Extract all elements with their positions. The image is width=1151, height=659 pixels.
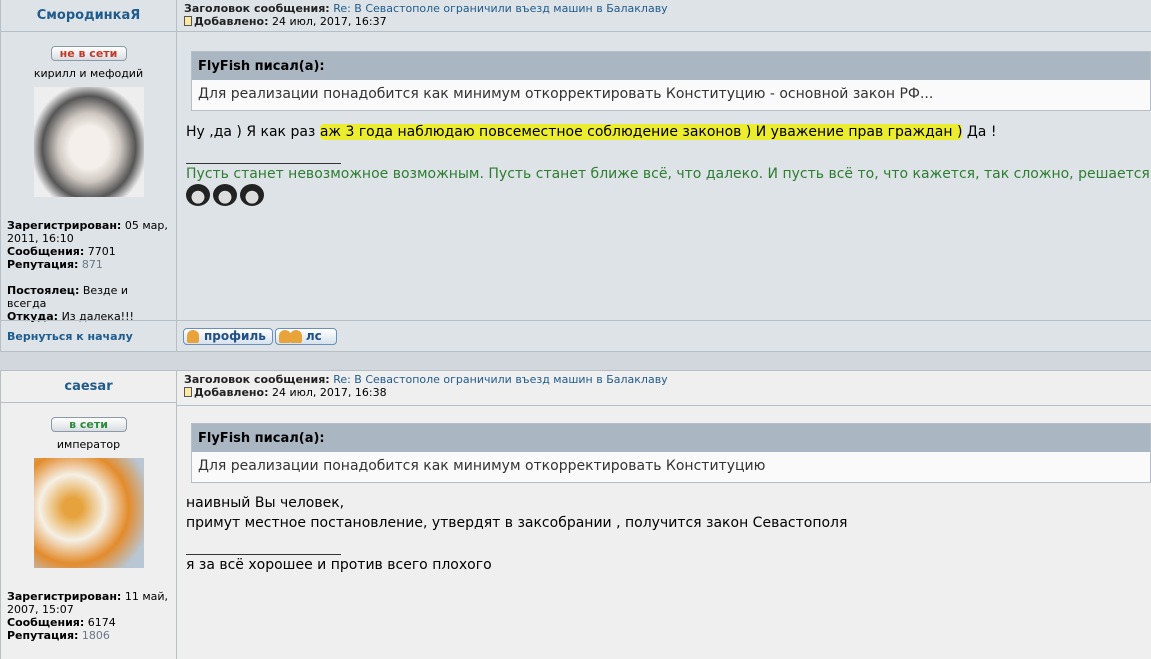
offline-status-badge: не в сети — [50, 46, 127, 61]
user-rank: император — [56, 438, 121, 451]
quote-block: FlyFish писал(а): Для реализации понадоб… — [191, 51, 1151, 111]
reputation: Репутация: 871 — [7, 258, 103, 271]
signature: я за всё хорошее и против всего плохого — [186, 557, 492, 573]
author-name[interactable]: СмородинкаЯ — [1, 0, 176, 31]
profile-button[interactable]: профиль — [183, 328, 273, 345]
signature: Пусть станет невозможное возможным. Пуст… — [186, 166, 1150, 182]
registered-info: Зарегистрирован: 05 мар, 2011, 16:10 — [7, 219, 168, 245]
user-rank: кирилл и мефодий — [33, 67, 144, 80]
post-body: Ну ,да ) Я как раз аж 3 года наблюдаю по… — [177, 122, 1151, 206]
resident-info: Постоялец: Везде и всегда — [7, 284, 129, 310]
author-name[interactable]: caesar — [1, 371, 176, 402]
registered-info: Зарегистрирован: 11 май, 2007, 15:07 — [7, 590, 169, 616]
post-body: наивный Вы человек, примут местное поста… — [177, 493, 1151, 575]
post-header: Заголовок сообщения: Re: В Севастополе о… — [184, 2, 668, 28]
user-icon — [187, 330, 199, 343]
avatar — [33, 458, 144, 568]
online-status-badge: в сети — [50, 417, 127, 432]
post-separator — [0, 352, 1151, 370]
smiley-icon — [213, 184, 237, 206]
quote-author: FlyFish писал(а): — [192, 52, 1150, 80]
signature-divider — [186, 150, 341, 164]
signature-divider — [186, 541, 341, 555]
back-to-top-link[interactable]: Вернуться к началу — [7, 330, 133, 343]
location-info: Откуда: Из далека!!! — [7, 310, 134, 323]
quote-text: Для реализации понадобится как минимум о… — [192, 452, 1150, 482]
subject-link[interactable]: Re: В Севастополе ограничили въезд машин… — [333, 373, 668, 386]
highlighted-text: аж 3 года наблюдаю повсеместное соблюден… — [319, 124, 963, 140]
post-icon — [184, 387, 192, 397]
posts-count: Сообщения: 6174 — [7, 616, 116, 629]
quote-block: FlyFish писал(а): Для реализации понадоб… — [191, 423, 1151, 483]
post1-content: Заголовок сообщения: Re: В Севастополе о… — [177, 0, 1151, 352]
smiley-icon — [186, 184, 210, 206]
smiley-icon — [240, 184, 264, 206]
post-header: Заголовок сообщения: Re: В Севастополе о… — [184, 373, 668, 399]
posts-count: Сообщения: 7701 — [7, 245, 116, 258]
post1-author-col: СмородинкаЯ не в сети кирилл и мефодий З… — [0, 0, 177, 352]
quote-text: Для реализации понадобится как минимум о… — [192, 80, 1150, 110]
subject-link[interactable]: Re: В Севастополе ограничили въезд машин… — [333, 2, 668, 15]
pm-button[interactable]: лс — [274, 328, 337, 345]
quote-author: FlyFish писал(а): — [192, 424, 1150, 452]
reputation: Репутация: 1806 — [7, 629, 110, 642]
post2-content: Заголовок сообщения: Re: В Севастополе о… — [177, 371, 1151, 659]
avatar — [33, 87, 144, 197]
post-icon — [184, 16, 192, 26]
post2-author-col: caesar в сети император Зарегистрирован:… — [0, 371, 177, 659]
